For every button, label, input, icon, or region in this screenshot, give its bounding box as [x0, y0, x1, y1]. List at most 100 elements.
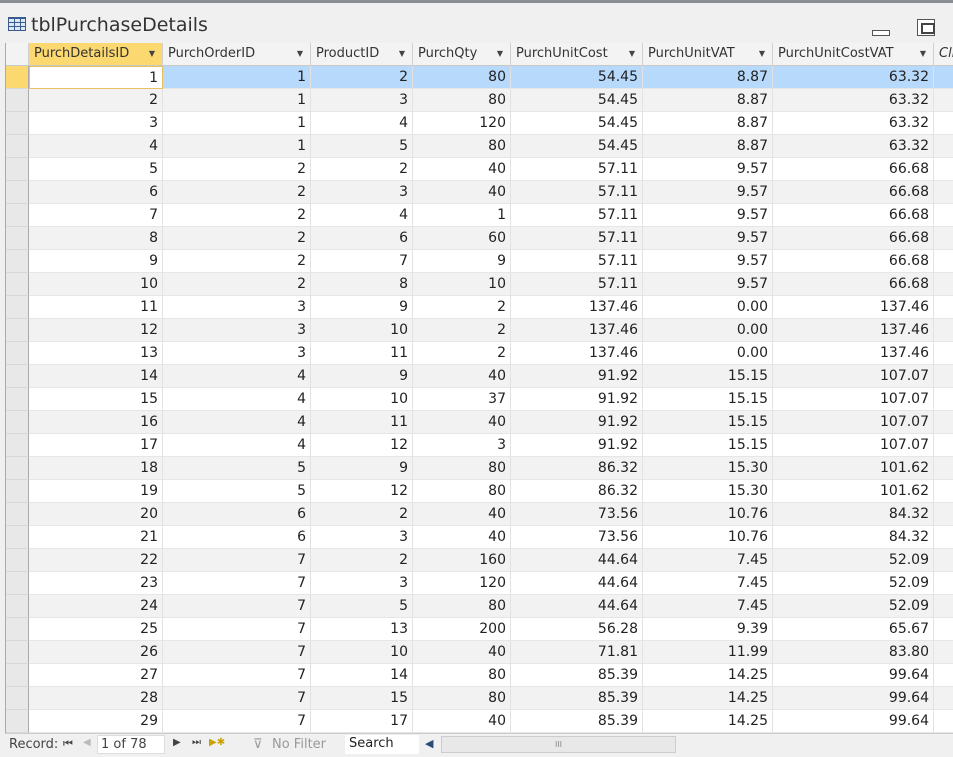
- table-cell[interactable]: 7.45: [643, 572, 773, 595]
- table-cell[interactable]: 18: [29, 457, 163, 480]
- last-record-button[interactable]: ⏭: [192, 737, 201, 748]
- table-cell[interactable]: 66.68: [773, 227, 934, 250]
- table-cell[interactable]: 2: [413, 319, 511, 342]
- table-cell[interactable]: 11: [29, 296, 163, 319]
- table-cell[interactable]: 1: [413, 204, 511, 227]
- table-cell[interactable]: 11: [311, 342, 413, 365]
- table-cell[interactable]: 85.39: [511, 710, 643, 733]
- table-cell[interactable]: 107.07: [773, 388, 934, 411]
- table-cell[interactable]: 15.15: [643, 365, 773, 388]
- sort-dropdown-icon[interactable]: ▼: [399, 43, 405, 65]
- row-selector[interactable]: [6, 526, 29, 549]
- table-cell[interactable]: 2: [163, 250, 311, 273]
- previous-record-button[interactable]: ◀: [83, 737, 91, 748]
- table-cell[interactable]: 52.09: [773, 595, 934, 618]
- table-cell[interactable]: 107.07: [773, 365, 934, 388]
- row-selector[interactable]: [6, 595, 29, 618]
- table-cell[interactable]: 0.00: [643, 319, 773, 342]
- table-row[interactable]: 7 2 4 1 57.11 9.57 66.68: [6, 204, 953, 227]
- first-record-button[interactable]: ⏮: [63, 737, 73, 751]
- table-cell[interactable]: 9: [311, 457, 413, 480]
- table-cell[interactable]: 137.46: [511, 296, 643, 319]
- table-cell[interactable]: 17: [29, 434, 163, 457]
- table-cell[interactable]: 66.68: [773, 250, 934, 273]
- table-cell[interactable]: 54.45: [511, 66, 643, 89]
- row-selector[interactable]: [6, 457, 29, 480]
- table-cell[interactable]: 71.81: [511, 641, 643, 664]
- table-cell[interactable]: 13: [311, 618, 413, 641]
- table-cell[interactable]: 80: [413, 135, 511, 158]
- row-selector[interactable]: [6, 181, 29, 204]
- table-cell[interactable]: 63.32: [773, 66, 934, 89]
- table-cell[interactable]: 10.76: [643, 526, 773, 549]
- table-cell[interactable]: 9.57: [643, 227, 773, 250]
- table-cell[interactable]: 66.68: [773, 181, 934, 204]
- table-cell[interactable]: [934, 181, 953, 204]
- table-cell[interactable]: 3: [29, 112, 163, 135]
- column-header[interactable]: PurchUnitCostVAT ▼: [773, 43, 934, 66]
- sort-dropdown-icon[interactable]: ▼: [297, 43, 303, 65]
- table-cell[interactable]: 4: [163, 388, 311, 411]
- row-selector[interactable]: [6, 89, 29, 112]
- table-cell[interactable]: 6: [163, 503, 311, 526]
- table-cell[interactable]: 9: [311, 365, 413, 388]
- table-cell[interactable]: 84.32: [773, 526, 934, 549]
- table-cell[interactable]: 57.11: [511, 204, 643, 227]
- table-cell[interactable]: 5: [29, 158, 163, 181]
- row-selector[interactable]: [6, 434, 29, 457]
- table-cell[interactable]: 14: [311, 664, 413, 687]
- row-selector[interactable]: [6, 572, 29, 595]
- table-cell[interactable]: 9: [29, 250, 163, 273]
- scroll-left-button[interactable]: ◀: [425, 737, 433, 750]
- table-cell[interactable]: 9: [413, 250, 511, 273]
- table-cell[interactable]: 4: [163, 434, 311, 457]
- table-cell[interactable]: [934, 158, 953, 181]
- table-cell[interactable]: 27: [29, 664, 163, 687]
- row-selector[interactable]: [6, 204, 29, 227]
- table-cell[interactable]: 2: [311, 503, 413, 526]
- table-cell[interactable]: 10: [311, 641, 413, 664]
- table-row[interactable]: 2 1 3 80 54.45 8.87 63.32: [6, 89, 953, 112]
- table-cell[interactable]: 8.87: [643, 89, 773, 112]
- table-cell[interactable]: 5: [163, 457, 311, 480]
- table-row[interactable]: 28 7 15 80 85.39 14.25 99.64: [6, 687, 953, 710]
- table-cell[interactable]: [934, 526, 953, 549]
- table-row[interactable]: 15 4 10 37 91.92 15.15 107.07: [6, 388, 953, 411]
- table-row[interactable]: 19 5 12 80 86.32 15.30 101.62: [6, 480, 953, 503]
- table-cell[interactable]: 9.57: [643, 204, 773, 227]
- table-cell[interactable]: 9.57: [643, 181, 773, 204]
- table-cell[interactable]: [934, 434, 953, 457]
- table-cell[interactable]: 14.25: [643, 687, 773, 710]
- table-cell[interactable]: 40: [413, 526, 511, 549]
- row-selector[interactable]: [6, 66, 29, 89]
- table-cell[interactable]: 28: [29, 687, 163, 710]
- row-selector[interactable]: [6, 296, 29, 319]
- table-row[interactable]: 22 7 2 160 44.64 7.45 52.09: [6, 549, 953, 572]
- table-cell[interactable]: 9.39: [643, 618, 773, 641]
- table-cell[interactable]: 10.76: [643, 503, 773, 526]
- sort-dropdown-icon[interactable]: ▼: [629, 43, 635, 65]
- table-cell[interactable]: 107.07: [773, 411, 934, 434]
- row-selector[interactable]: [6, 342, 29, 365]
- table-row[interactable]: 6 2 3 40 57.11 9.57 66.68: [6, 181, 953, 204]
- table-cell[interactable]: 66.68: [773, 158, 934, 181]
- table-cell[interactable]: 10: [29, 273, 163, 296]
- table-cell[interactable]: 15.30: [643, 480, 773, 503]
- table-cell[interactable]: 2: [163, 204, 311, 227]
- sort-dropdown-icon[interactable]: ▼: [759, 43, 765, 65]
- table-cell[interactable]: 54.45: [511, 89, 643, 112]
- table-cell[interactable]: 2: [163, 273, 311, 296]
- table-cell[interactable]: 3: [311, 526, 413, 549]
- table-cell[interactable]: 12: [29, 319, 163, 342]
- table-cell[interactable]: 99.64: [773, 710, 934, 733]
- table-cell[interactable]: 5: [163, 480, 311, 503]
- table-cell[interactable]: 40: [413, 365, 511, 388]
- table-row[interactable]: 9 2 7 9 57.11 9.57 66.68: [6, 250, 953, 273]
- table-cell[interactable]: 14.25: [643, 710, 773, 733]
- table-cell[interactable]: [934, 503, 953, 526]
- row-selector[interactable]: [6, 641, 29, 664]
- minimize-button[interactable]: [872, 30, 890, 36]
- table-cell[interactable]: 7: [163, 572, 311, 595]
- row-selector[interactable]: [6, 388, 29, 411]
- table-cell[interactable]: [934, 549, 953, 572]
